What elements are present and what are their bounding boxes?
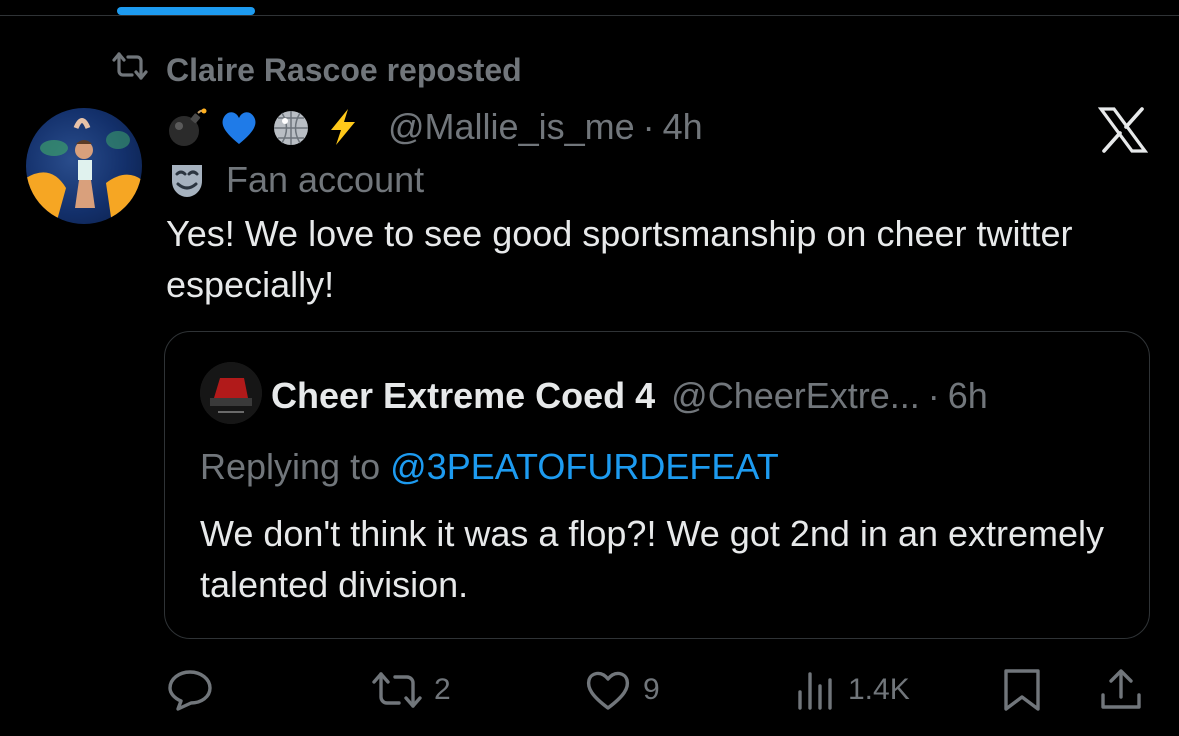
author-handle[interactable]: @Mallie_is_me xyxy=(388,106,635,148)
quote-avatar[interactable] xyxy=(200,362,262,424)
views-button[interactable]: 1.4K xyxy=(794,664,910,716)
quote-author-name[interactable]: Cheer Extreme Coed 4 xyxy=(271,375,655,417)
blue-heart-emoji xyxy=(218,106,260,148)
repost-icon xyxy=(110,51,166,89)
replying-to-mention[interactable]: @3PEATOFURDEFEAT xyxy=(390,446,779,487)
disco-ball-emoji xyxy=(270,106,312,148)
like-button[interactable]: 9 xyxy=(583,664,660,716)
reply-icon xyxy=(166,668,214,712)
reply-button[interactable] xyxy=(166,664,224,716)
bookmark-icon xyxy=(1000,667,1044,713)
separator: · xyxy=(642,106,655,147)
replying-to-prefix: Replying to xyxy=(200,446,381,487)
like-count: 9 xyxy=(643,673,660,706)
heart-icon xyxy=(583,668,633,712)
views-icon xyxy=(794,668,838,712)
account-label: Fan account xyxy=(166,158,424,202)
action-bar: 2 9 1.4K xyxy=(0,664,1179,716)
share-button[interactable] xyxy=(1098,664,1144,716)
tweet-text: Yes! We love to see good sportsmanship o… xyxy=(166,213,1073,305)
repost-label: Claire Rascoe reposted xyxy=(166,51,522,88)
replying-to: Replying to @3PEATOFURDEFEAT xyxy=(200,446,779,488)
x-logo-icon xyxy=(1098,106,1148,154)
quote-header: Cheer Extreme Coed 4 @CheerExtre... · 6h xyxy=(271,374,988,418)
quote-tweet-card[interactable]: Cheer Extreme Coed 4 @CheerExtre... · 6h… xyxy=(164,331,1150,639)
quote-separator: · xyxy=(927,375,940,416)
repost-button[interactable]: 2 xyxy=(370,664,451,716)
bomb-emoji xyxy=(166,106,208,148)
lightning-emoji xyxy=(322,106,364,148)
top-divider xyxy=(0,15,1179,16)
share-icon xyxy=(1098,667,1144,713)
repost-count: 2 xyxy=(434,673,451,706)
quote-author-handle[interactable]: @CheerExtre... xyxy=(671,375,920,417)
repost-context[interactable]: Claire Rascoe reposted xyxy=(110,52,522,88)
bookmark-button[interactable] xyxy=(1000,664,1044,716)
theater-mask-icon xyxy=(166,159,208,201)
repost-icon xyxy=(370,670,424,710)
quote-timestamp[interactable]: 6h xyxy=(948,375,988,417)
active-tab-indicator xyxy=(117,7,255,15)
account-label-text: Fan account xyxy=(226,159,425,200)
quote-text: We don't think it was a flop?! We got 2n… xyxy=(200,513,1105,605)
timestamp[interactable]: 4h xyxy=(663,106,703,148)
views-count: 1.4K xyxy=(848,673,910,706)
avatar[interactable] xyxy=(26,108,142,224)
tweet-header: @Mallie_is_me · 4h xyxy=(166,104,703,150)
